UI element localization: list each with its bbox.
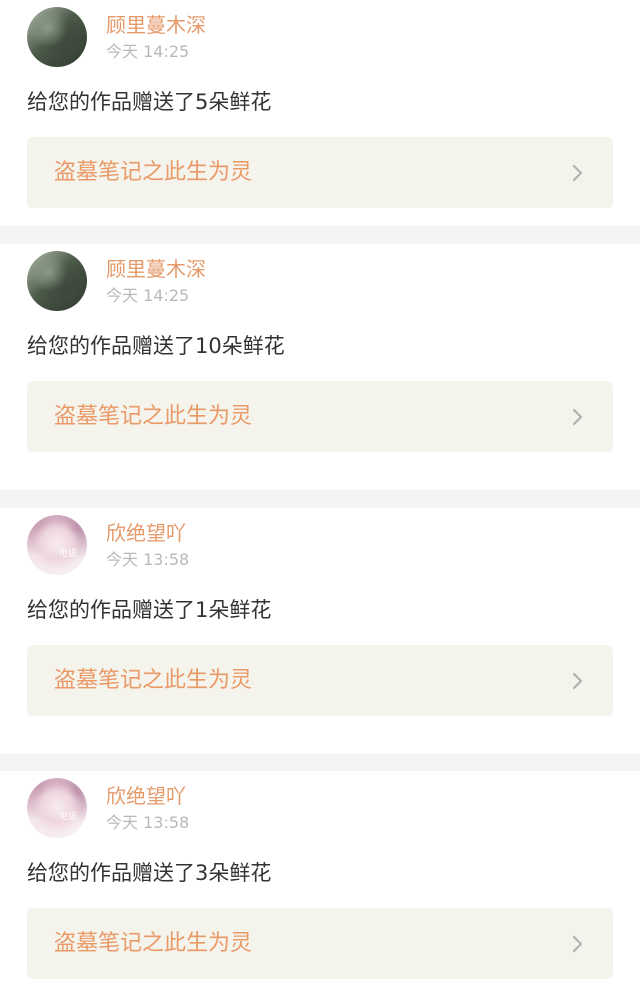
notification-card: 顾里蔓木深 今天 14:25 给您的作品赠送了5朵鲜花 盗墓笔记之此生为灵 [0,0,640,226]
work-link-card[interactable]: 盗墓笔记之此生为灵 [27,645,613,716]
notification-time: 今天 14:25 [106,42,190,61]
work-title: 盗墓笔记之此生为灵 [54,668,253,693]
work-title: 盗墓笔记之此生为灵 [54,931,253,956]
notification-time: 今天 13:58 [106,813,190,832]
notification-message: 给您的作品赠送了10朵鲜花 [27,334,285,358]
work-title: 盗墓笔记之此生为灵 [54,160,253,185]
user-name-link[interactable]: 欣绝望吖 [106,782,186,810]
notification-time: 今天 14:25 [106,286,190,305]
user-name-link[interactable]: 顾里蔓木深 [106,11,206,39]
notification-card: 电锯 欣绝望吖 今天 13:58 给您的作品赠送了1朵鲜花 盗墓笔记之此生为灵 [0,508,640,754]
chevron-right-icon [572,408,583,426]
notification-message: 给您的作品赠送了1朵鲜花 [27,598,272,622]
notification-feed: 顾里蔓木深 今天 14:25 给您的作品赠送了5朵鲜花 盗墓笔记之此生为灵 顾里… [0,0,640,1006]
chevron-right-icon [572,672,583,690]
notification-card: 顾里蔓木深 今天 14:25 给您的作品赠送了10朵鲜花 盗墓笔记之此生为灵 [0,244,640,490]
notification-message: 给您的作品赠送了3朵鲜花 [27,861,272,885]
chevron-right-icon [572,935,583,953]
work-link-card[interactable]: 盗墓笔记之此生为灵 [27,908,613,979]
user-avatar[interactable] [27,251,87,311]
notification-message: 给您的作品赠送了5朵鲜花 [27,90,272,114]
avatar-overlay-text: 电锯 [58,812,77,822]
notification-time: 今天 13:58 [106,550,190,569]
user-avatar[interactable] [27,7,87,67]
work-link-card[interactable]: 盗墓笔记之此生为灵 [27,381,613,452]
notification-card: 电锯 欣绝望吖 今天 13:58 给您的作品赠送了3朵鲜花 盗墓笔记之此生为灵 [0,771,640,1006]
user-avatar[interactable]: 电锯 [27,778,87,838]
work-link-card[interactable]: 盗墓笔记之此生为灵 [27,137,613,208]
chevron-right-icon [572,164,583,182]
user-avatar[interactable]: 电锯 [27,515,87,575]
avatar-overlay-text: 电锯 [58,549,77,559]
user-name-link[interactable]: 顾里蔓木深 [106,255,206,283]
user-name-link[interactable]: 欣绝望吖 [106,519,186,547]
work-title: 盗墓笔记之此生为灵 [54,404,253,429]
